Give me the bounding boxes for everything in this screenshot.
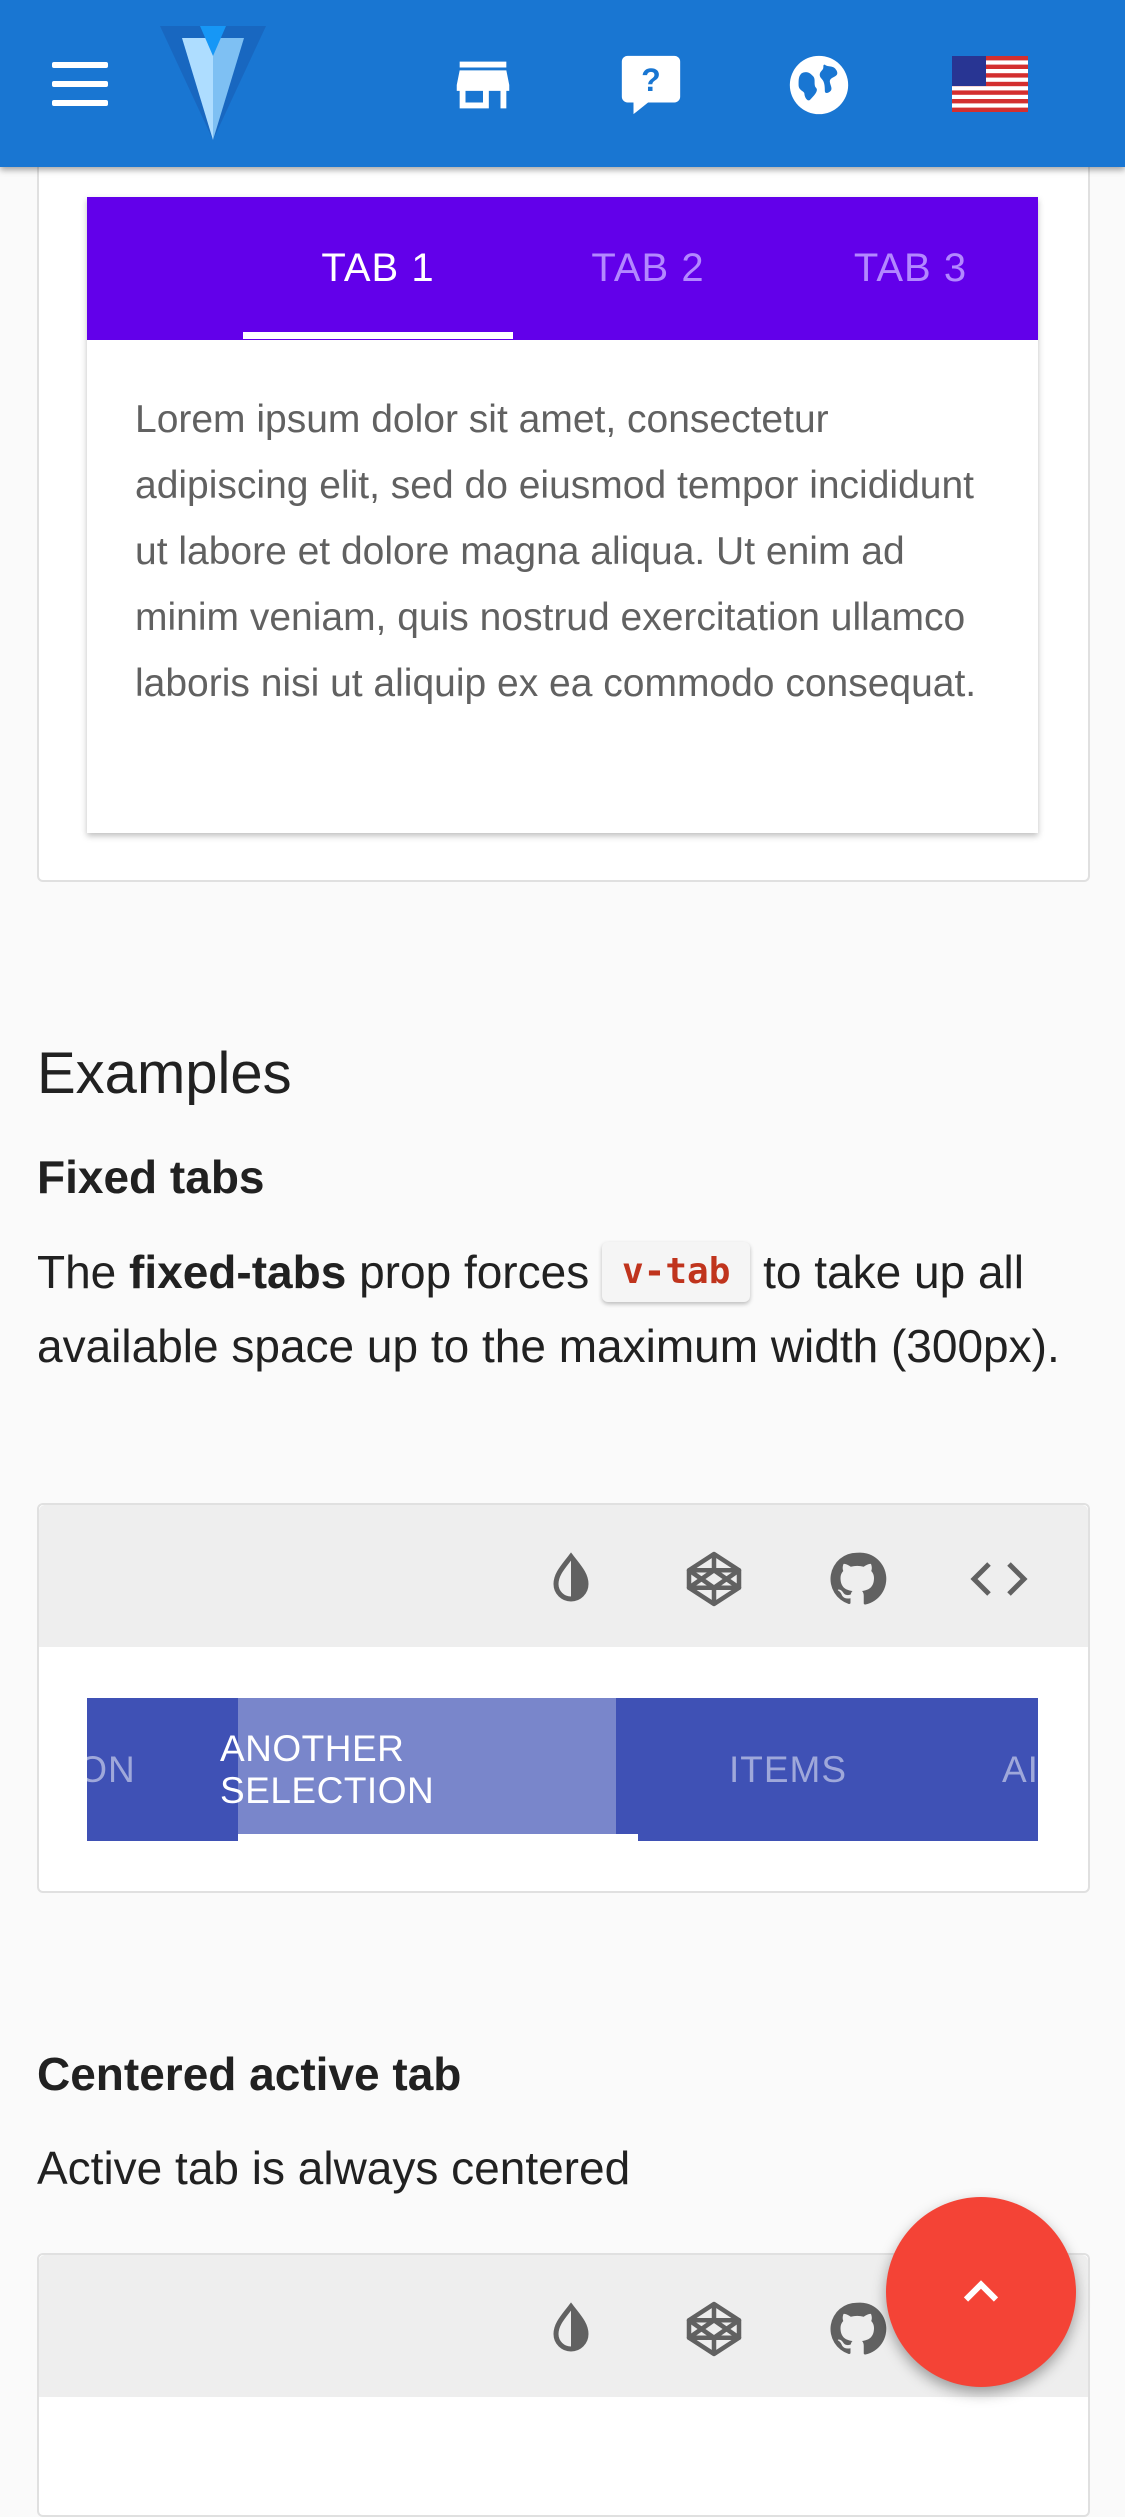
- tabs-demo-card: TAB 1 TAB 2 TAB 3 Lorem ipsum dolor sit …: [87, 197, 1038, 833]
- tab-items[interactable]: ITEMS: [638, 1698, 938, 1841]
- tab-partial-right[interactable]: AI: [1002, 1698, 1038, 1841]
- code-chip: v-tab: [602, 1241, 751, 1302]
- fixed-tabs-description: The fixed-tabs prop forces v-tab to take…: [37, 1235, 1097, 1383]
- invert-colors-icon[interactable]: [541, 1549, 601, 1609]
- prop-name: fixed-tabs: [129, 1246, 347, 1298]
- tabs-bar: TAB 1 TAB 2 TAB 3: [87, 197, 1038, 340]
- tab-partial-left[interactable]: ON: [87, 1698, 167, 1841]
- fixed-tabs-title: Fixed tabs: [37, 1151, 265, 1203]
- globe-icon[interactable]: [784, 50, 854, 120]
- tab-2[interactable]: TAB 2: [513, 197, 783, 340]
- section-heading-examples: Examples: [37, 1041, 292, 1106]
- vuetify-logo[interactable]: [160, 26, 266, 140]
- help-chat-icon[interactable]: ?: [616, 50, 686, 120]
- chevron-up-icon: [963, 2280, 999, 2302]
- tab-1[interactable]: TAB 1: [243, 197, 513, 340]
- github-icon[interactable]: [827, 1549, 887, 1609]
- codepen-icon[interactable]: [684, 1549, 744, 1609]
- tab-active-indicator: [243, 332, 513, 339]
- tab-active-indicator: [238, 1834, 638, 1841]
- centered-tab-description: Active tab is always centered: [37, 2142, 631, 2194]
- description-text: prop forces: [346, 1246, 602, 1298]
- description-text: The: [37, 1246, 130, 1298]
- fixed-tabs-bar: ON ANOTHER SELECTION ITEMS AI: [87, 1698, 1038, 1841]
- code-brackets-icon[interactable]: [969, 1549, 1029, 1609]
- app-bar: ?: [0, 0, 1125, 167]
- codepen-icon[interactable]: [684, 2299, 744, 2359]
- scroll-to-top-button[interactable]: [886, 2197, 1076, 2387]
- menu-icon[interactable]: [52, 62, 110, 106]
- tab-3[interactable]: TAB 3: [783, 197, 1038, 340]
- tab-content-text: Lorem ipsum dolor sit amet, consectetur …: [135, 398, 977, 705]
- us-flag-icon[interactable]: [952, 56, 1028, 112]
- centered-tab-title: Centered active tab: [37, 2048, 462, 2100]
- github-icon[interactable]: [827, 2299, 887, 2359]
- invert-colors-icon[interactable]: [541, 2299, 601, 2359]
- svg-text:?: ?: [641, 62, 661, 98]
- example-toolbar: [39, 1505, 1088, 1647]
- store-icon[interactable]: [448, 50, 518, 120]
- tab-another-selection[interactable]: ANOTHER SELECTION: [220, 1698, 620, 1841]
